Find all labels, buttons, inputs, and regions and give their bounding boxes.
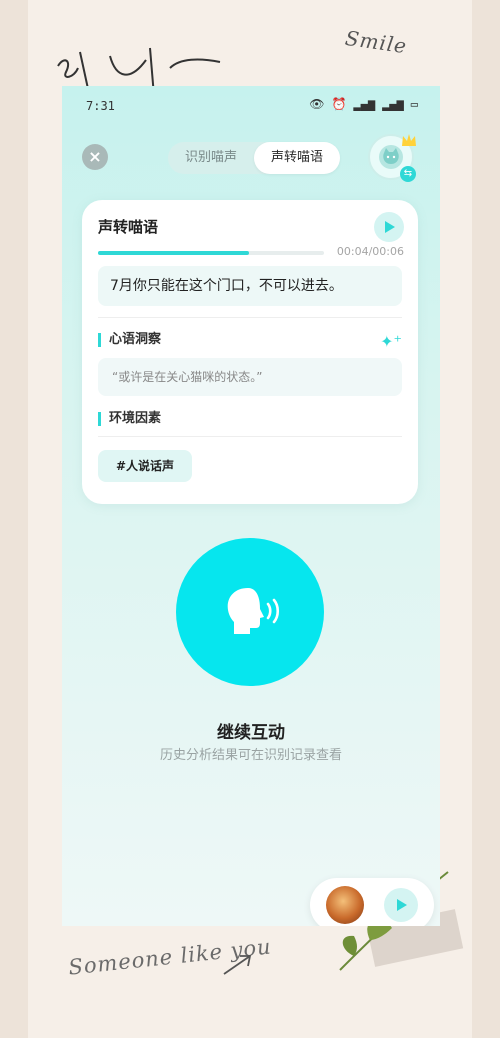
translation-card: 声转喵语 00:04/00:06 7月你只能在这个门口，不可以进去。 心语洞察 …	[82, 200, 418, 504]
play-icon[interactable]	[384, 888, 418, 922]
status-bar: 7:31 👁 ⏰ ▂▄▆ ▂▄▆ ▭	[62, 86, 440, 124]
environment-section-title: 环境因素	[98, 412, 161, 426]
cat-avatar-button[interactable]: ⇆	[368, 134, 416, 182]
tab-recognize-meow[interactable]: 识别喵声	[168, 142, 254, 174]
playback-progress-fill	[98, 251, 250, 255]
speaking-head-icon	[227, 588, 280, 634]
insight-text: “或许是在关心猫咪的状态。”	[98, 358, 402, 396]
swap-icon: ⇆	[400, 166, 416, 182]
cat-avatar-icon	[379, 145, 403, 169]
continue-interaction-button[interactable]	[176, 538, 324, 686]
card-title: 声转喵语	[98, 218, 159, 236]
signal-icon: ▂▄▆	[353, 97, 376, 111]
eye-icon: 👁	[309, 97, 325, 111]
alarm-icon: ⏰	[331, 97, 347, 111]
phone-screen: 7:31 👁 ⏰ ▂▄▆ ▂▄▆ ▭ × 识别喵声 声转喵语 ⇆ 声转喵语 00…	[62, 86, 440, 926]
status-time: 7:31	[86, 99, 115, 113]
play-icon[interactable]	[374, 212, 404, 242]
playback-time: 00:04/00:06	[336, 245, 404, 258]
divider	[98, 317, 402, 318]
insight-section-title: 心语洞察	[98, 333, 161, 347]
signal-icon-2: ▂▄▆	[382, 97, 404, 111]
mini-player[interactable]	[310, 878, 434, 926]
divider	[98, 436, 402, 437]
continue-interaction-label: 继续互动	[217, 723, 285, 743]
tab-voice-to-meow[interactable]: 声转喵语	[254, 142, 340, 174]
mini-player-thumbnail	[326, 886, 364, 924]
environment-tag: #人说话声	[98, 450, 192, 482]
translation-text: 7月你只能在这个门口，不可以进去。	[98, 266, 402, 306]
close-icon[interactable]: ×	[82, 144, 108, 170]
mode-tabs: 识别喵声 声转喵语	[168, 142, 340, 174]
arrow-doodle-icon	[223, 955, 252, 975]
playback-progress-bar[interactable]	[98, 251, 324, 255]
crown-icon	[402, 134, 416, 146]
history-hint: 历史分析结果可在识别记录查看	[159, 748, 342, 763]
status-icons: 👁 ⏰ ▂▄▆ ▂▄▆ ▭	[309, 97, 418, 111]
battery-icon: ▭	[410, 97, 418, 111]
sparkle-icon: ✦⁺	[380, 332, 402, 351]
